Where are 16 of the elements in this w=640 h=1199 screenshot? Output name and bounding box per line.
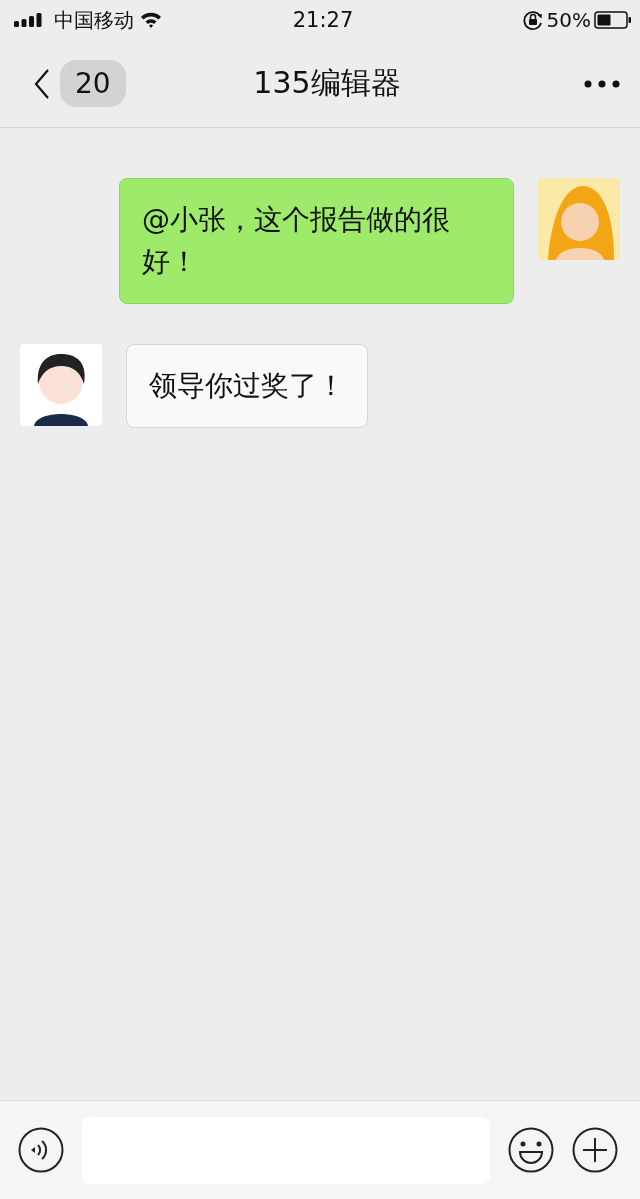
voice-icon[interactable] (18, 1127, 64, 1173)
unread-count[interactable]: 20 (60, 60, 126, 107)
wifi-icon (140, 12, 162, 28)
rotation-lock-icon (521, 9, 544, 31)
back-icon[interactable] (34, 68, 50, 99)
carrier-name: 中国移动 (54, 6, 134, 34)
more-icon[interactable] (584, 79, 620, 88)
add-icon[interactable] (572, 1127, 618, 1173)
emoji-icon[interactable] (508, 1127, 554, 1173)
status-time: 21:27 (292, 8, 354, 32)
message-bubble: 领导你过奖了！ (126, 344, 368, 428)
message-bubble: @小张，这个报告做的很好！ (119, 178, 514, 304)
battery-icon (594, 11, 632, 29)
avatar-icon[interactable] (20, 344, 102, 426)
chat-title: 135编辑器 (253, 64, 401, 102)
battery-percent: 50% (546, 8, 591, 32)
